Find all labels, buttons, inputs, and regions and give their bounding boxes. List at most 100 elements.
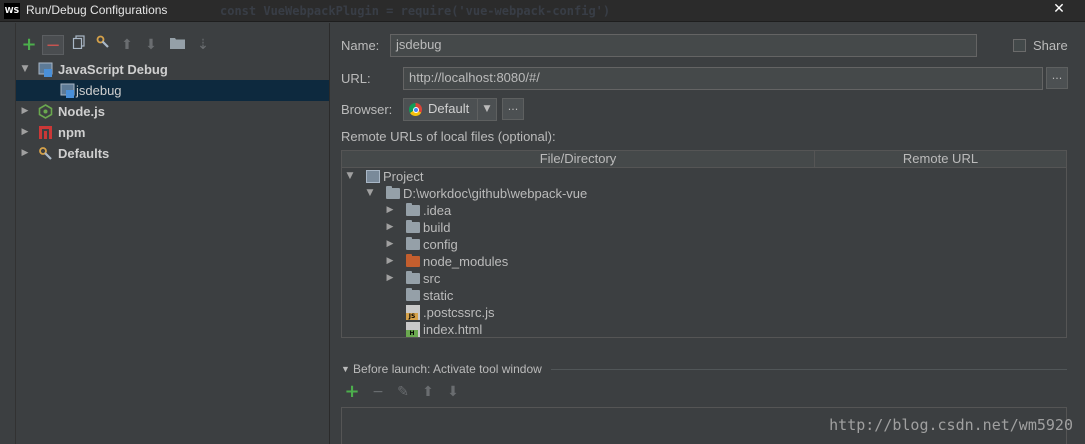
sort-icon: ⇣ <box>197 37 209 53</box>
folder-icon <box>169 38 185 49</box>
tree-item-jsdebug[interactable]: jsdebug <box>16 80 329 101</box>
edit-task-button[interactable]: ✎ <box>393 382 413 402</box>
nodejs-icon <box>38 104 53 119</box>
watermark: http://blog.csdn.net/wm5920 <box>829 416 1073 434</box>
name-label: Name: <box>341 38 380 53</box>
background-editor-code: const VueWebpackPlugin = require('vue-we… <box>220 4 611 18</box>
title-bar: WS Run/Debug Configurations const VueWeb… <box>0 0 1085 22</box>
arrow-up-icon: ⬆ <box>422 384 434 400</box>
folder-icon <box>406 288 420 301</box>
js-file-icon: JS <box>406 305 420 320</box>
folder-icon <box>406 220 420 233</box>
add-task-button[interactable]: + <box>342 382 362 402</box>
move-task-down-button[interactable]: ⬇ <box>443 382 463 402</box>
url-browse-button[interactable]: ... <box>1046 67 1068 89</box>
folder-icon <box>406 203 420 216</box>
row-label: Project <box>383 169 424 184</box>
window-title: Run/Debug Configurations <box>26 3 168 17</box>
copy-icon <box>72 35 85 50</box>
configurations-tree: ▼ JavaScript Debug jsdebug ▶ Node.js ▶ n… <box>16 59 329 164</box>
tree-item-nodejs[interactable]: ▶ Node.js <box>16 101 329 122</box>
splitter-handle[interactable] <box>329 23 332 444</box>
add-configuration-button[interactable]: + <box>18 35 40 55</box>
collapse-arrow-icon[interactable]: ▼ <box>341 364 350 374</box>
row-label: config <box>423 237 458 252</box>
tree-item-npm[interactable]: ▶ npm <box>16 122 329 143</box>
url-label: URL: <box>341 71 371 86</box>
browser-label: Browser: <box>341 102 393 117</box>
collapsed-arrow-icon[interactable]: ▶ <box>384 202 396 219</box>
create-folder-button[interactable] <box>166 35 188 55</box>
remove-task-button[interactable]: − <box>368 382 388 402</box>
move-down-button[interactable]: ⬇ <box>140 35 162 55</box>
tree-item-label: npm <box>58 125 86 140</box>
defaults-icon <box>38 146 53 161</box>
sort-button[interactable]: ⇣ <box>192 35 214 55</box>
collapsed-arrow-icon[interactable]: ▶ <box>384 219 396 236</box>
close-icon: ✕ <box>1053 1 1065 17</box>
pencil-icon: ✎ <box>397 384 409 400</box>
share-checkbox[interactable] <box>1013 39 1026 52</box>
close-window-button[interactable]: ✕ <box>1035 0 1083 18</box>
arrow-down-icon: ⬇ <box>447 384 459 400</box>
configurations-panel: + − ⬆ ⬇ ⇣ ▼ JavaScript Debug jsdebug ▶ N… <box>0 23 329 444</box>
column-header-remote-url[interactable]: Remote URL <box>814 151 1066 167</box>
remove-configuration-button[interactable]: − <box>42 35 64 56</box>
row-label: src <box>423 271 441 286</box>
row-label: .postcssrc.js <box>423 305 495 320</box>
table-header: File/Directory Remote URL <box>342 151 1066 168</box>
row-label: node_modules <box>423 254 509 269</box>
remote-urls-label: Remote URLs of local files (optional): <box>341 129 556 144</box>
excluded-folder-icon <box>406 254 420 267</box>
chrome-icon <box>409 103 422 116</box>
row-label: static <box>423 288 454 303</box>
expanded-arrow-icon[interactable]: ▼ <box>364 185 376 202</box>
collapsed-arrow-icon[interactable]: ▶ <box>384 236 396 253</box>
left-edge <box>0 23 16 444</box>
npm-icon <box>38 125 53 140</box>
tree-item-label: jsdebug <box>76 83 122 98</box>
name-field[interactable]: jsdebug <box>390 34 977 57</box>
tree-item-label: Node.js <box>58 104 105 119</box>
move-task-up-button[interactable]: ⬆ <box>418 382 438 402</box>
move-up-button[interactable]: ⬆ <box>116 35 138 55</box>
configurations-toolbar: + − ⬆ ⬇ ⇣ <box>16 33 326 57</box>
column-header-file-directory[interactable]: File/Directory <box>342 151 814 167</box>
section-divider <box>551 369 1067 370</box>
arrow-up-icon: ⬆ <box>121 37 133 53</box>
js-debug-icon <box>38 62 53 77</box>
collapsed-arrow-icon[interactable]: ▶ <box>19 143 31 164</box>
dropdown-arrow-icon[interactable]: ▼ <box>477 99 496 120</box>
collapsed-arrow-icon[interactable]: ▶ <box>384 253 396 270</box>
collapsed-arrow-icon[interactable]: ▶ <box>384 270 396 287</box>
folder-icon <box>386 186 400 199</box>
before-launch-title: Before launch: Activate tool window <box>353 362 542 376</box>
row-label: .idea <box>423 203 452 218</box>
configuration-details: Name: jsdebug Share URL: http://localhos… <box>333 23 1085 444</box>
remote-urls-table: File/Directory Remote URL ▼ Project ▼ D:… <box>341 150 1067 338</box>
browser-more-button[interactable]: ... <box>502 98 524 120</box>
browser-select[interactable]: Default ▼ <box>403 98 497 121</box>
url-field[interactable]: http://localhost:8080/#/ <box>403 67 1043 90</box>
collapsed-arrow-icon[interactable]: ▶ <box>19 122 31 143</box>
row-label: index.html <box>423 322 483 337</box>
browser-select-value: Default <box>428 101 470 116</box>
collapsed-arrow-icon[interactable]: ▶ <box>19 101 31 122</box>
webstorm-logo-icon: WS <box>4 3 20 19</box>
tree-item-label: JavaScript Debug <box>58 62 168 77</box>
tree-item-defaults[interactable]: ▶ Defaults <box>16 143 329 164</box>
tree-item-javascript-debug[interactable]: ▼ JavaScript Debug <box>16 59 329 80</box>
html-file-icon: H <box>406 322 420 337</box>
arrow-down-icon: ⬇ <box>145 37 157 53</box>
copy-configuration-button[interactable] <box>68 35 90 55</box>
expanded-arrow-icon[interactable]: ▼ <box>344 168 356 185</box>
share-label: Share <box>1033 38 1068 53</box>
folder-icon <box>406 271 420 284</box>
row-label: D:\workdoc\github\webpack-vue <box>403 186 588 201</box>
expanded-arrow-icon[interactable]: ▼ <box>19 59 31 80</box>
row-label: build <box>423 220 451 235</box>
js-debug-config-icon <box>60 83 75 98</box>
tree-item-label: Defaults <box>58 146 110 161</box>
edit-defaults-button[interactable] <box>92 35 114 55</box>
project-icon <box>366 170 380 183</box>
